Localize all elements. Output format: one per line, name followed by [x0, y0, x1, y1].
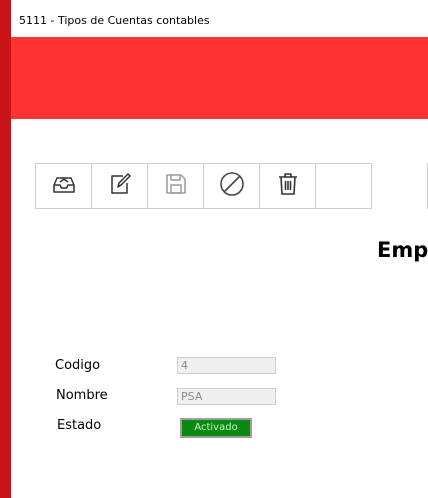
- toolbar: [35, 163, 372, 209]
- inbox-icon: [52, 173, 76, 199]
- save-icon: [164, 172, 188, 200]
- title-bar: 5111 - Tipos de Cuentas contables: [11, 0, 428, 37]
- nombre-field[interactable]: PSA: [177, 388, 276, 405]
- estado-label: Estado: [57, 418, 102, 433]
- inbox-button[interactable]: [35, 163, 92, 209]
- estado-status-button[interactable]: Activado: [180, 418, 252, 438]
- trash-icon: [277, 172, 299, 200]
- app-window: 5111 - Tipos de Cuentas contables Emp Co…: [11, 0, 428, 498]
- header-banner: [11, 37, 428, 119]
- codigo-label: Codigo: [55, 358, 101, 373]
- company-title: Emp: [377, 238, 428, 262]
- cancel-icon: [219, 171, 245, 201]
- codigo-field[interactable]: 4: [177, 357, 276, 374]
- window-left-edge: [0, 0, 11, 498]
- save-button[interactable]: [147, 163, 204, 209]
- window-title: 5111 - Tipos de Cuentas contables: [19, 14, 210, 27]
- edit-icon: [108, 172, 132, 200]
- delete-button[interactable]: [259, 163, 316, 209]
- nombre-label: Nombre: [56, 388, 108, 403]
- cancel-button[interactable]: [203, 163, 260, 209]
- edit-button[interactable]: [91, 163, 148, 209]
- toolbar-empty-slot: [315, 163, 372, 209]
